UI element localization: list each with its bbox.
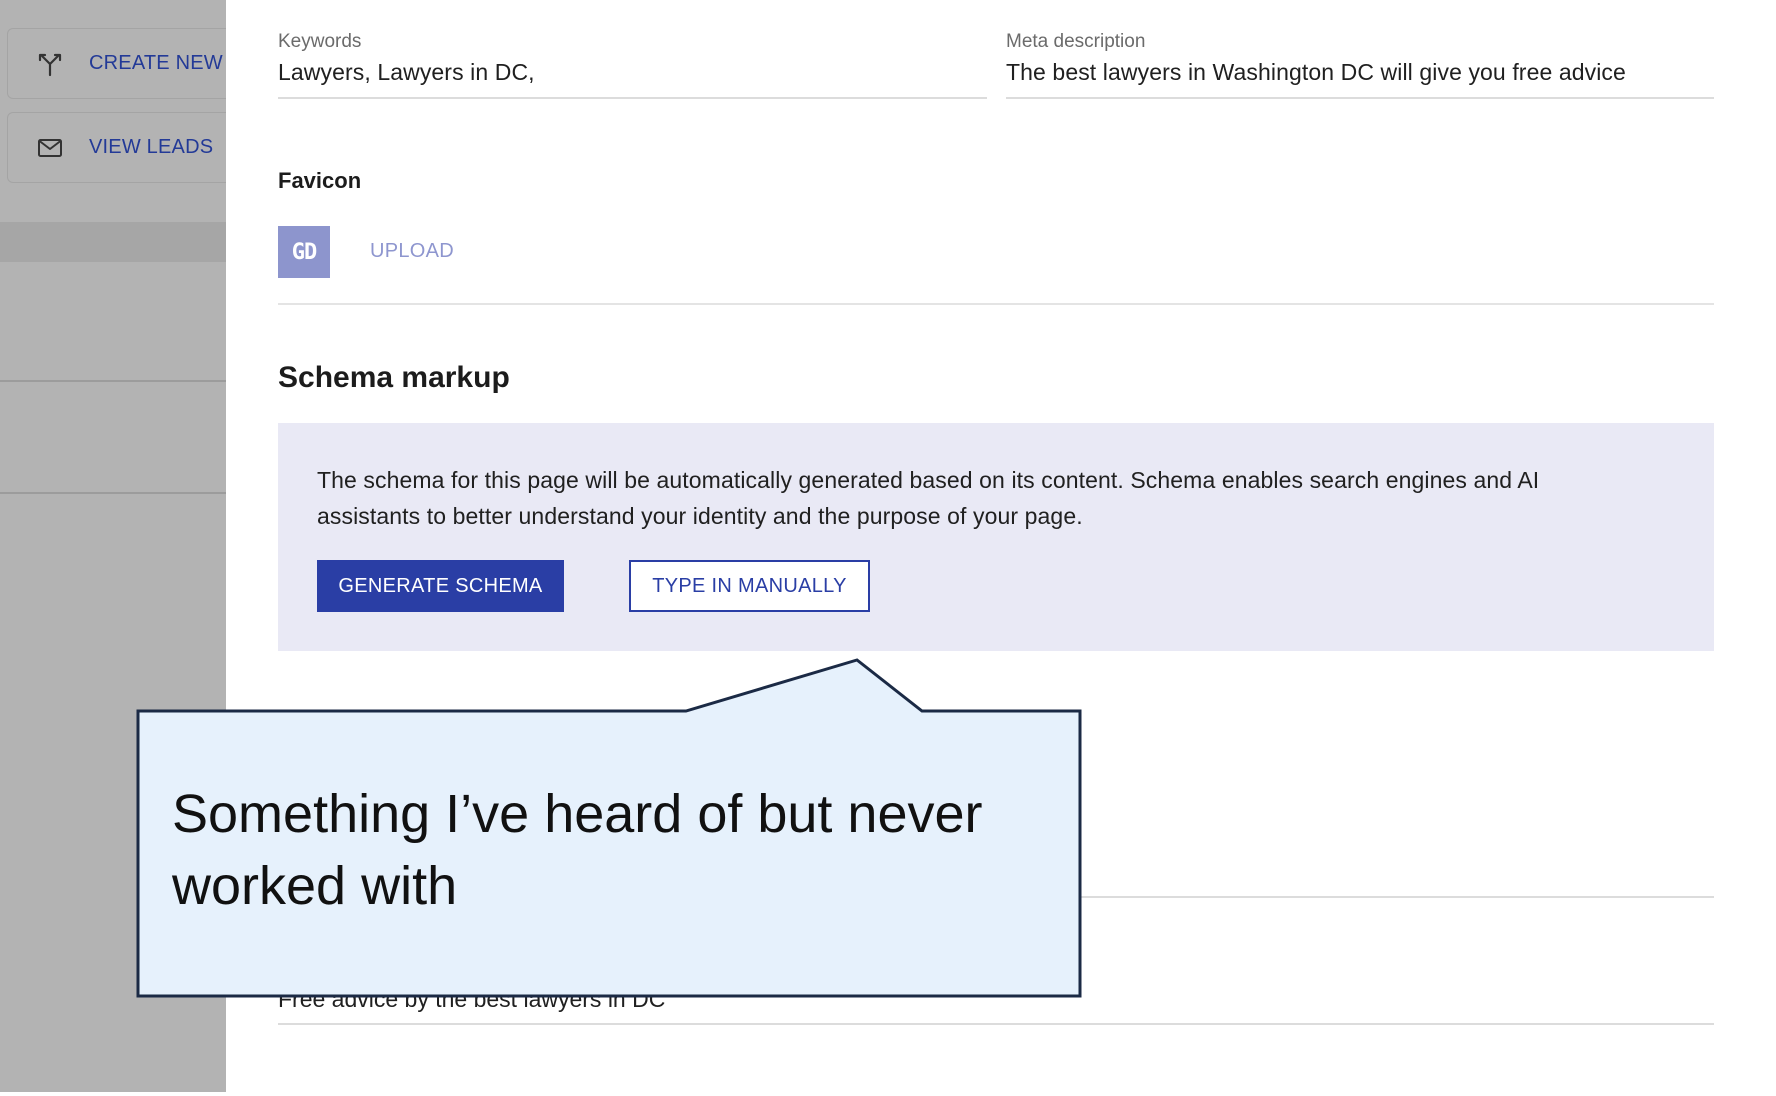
meta-description-field[interactable]: Meta description The best lawyers in Was… [1006, 29, 1714, 99]
page-settings-panel: Keywords Lawyers, Lawyers in DC, Meta de… [226, 0, 1776, 1096]
bottom-edge [0, 1092, 1776, 1096]
lower-field-value[interactable]: Free advice by the best lawyers in DC [278, 986, 665, 1013]
create-new-button-label: CREATE NEW E [89, 52, 226, 74]
meta-description-value[interactable]: The best lawyers in Washington DC will g… [1006, 59, 1626, 86]
background-divider [0, 380, 226, 382]
create-new-button: CREATE NEW E [7, 28, 226, 99]
schema-markup-heading: Schema markup [278, 361, 510, 394]
section-divider [278, 303, 1714, 305]
favicon-heading: Favicon [278, 168, 362, 193]
favicon-thumbnail: GD [278, 226, 330, 278]
favicon-upload-button[interactable]: UPLOAD [370, 240, 454, 263]
callout-text: Something I’ve heard of but never worked… [172, 784, 983, 916]
type-in-manually-button[interactable]: TYPE IN MANUALLY [629, 560, 870, 612]
keywords-label: Keywords [278, 31, 362, 52]
generate-schema-button[interactable]: GENERATE SCHEMA [317, 560, 564, 612]
background-row-band [0, 222, 226, 262]
field-underline [278, 1023, 1714, 1025]
meta-description-label: Meta description [1006, 31, 1146, 52]
fork-arrows-icon [38, 53, 62, 77]
background-app-overlay: CREATE NEW E VIEW LEADS [0, 0, 226, 1096]
keywords-field[interactable]: Keywords Lawyers, Lawyers in DC, [278, 29, 987, 99]
view-leads-button: VIEW LEADS [7, 112, 226, 183]
background-divider [0, 492, 226, 494]
mail-icon [38, 139, 62, 157]
schema-description: The schema for this page will be automat… [317, 467, 1540, 529]
view-leads-button-label: VIEW LEADS [89, 136, 214, 158]
keywords-value[interactable]: Lawyers, Lawyers in DC, [278, 59, 535, 86]
screen: CREATE NEW E VIEW LEADS Keywords Lawyers… [0, 0, 1776, 1096]
schema-info-box: The schema for this page will be automat… [278, 423, 1714, 651]
